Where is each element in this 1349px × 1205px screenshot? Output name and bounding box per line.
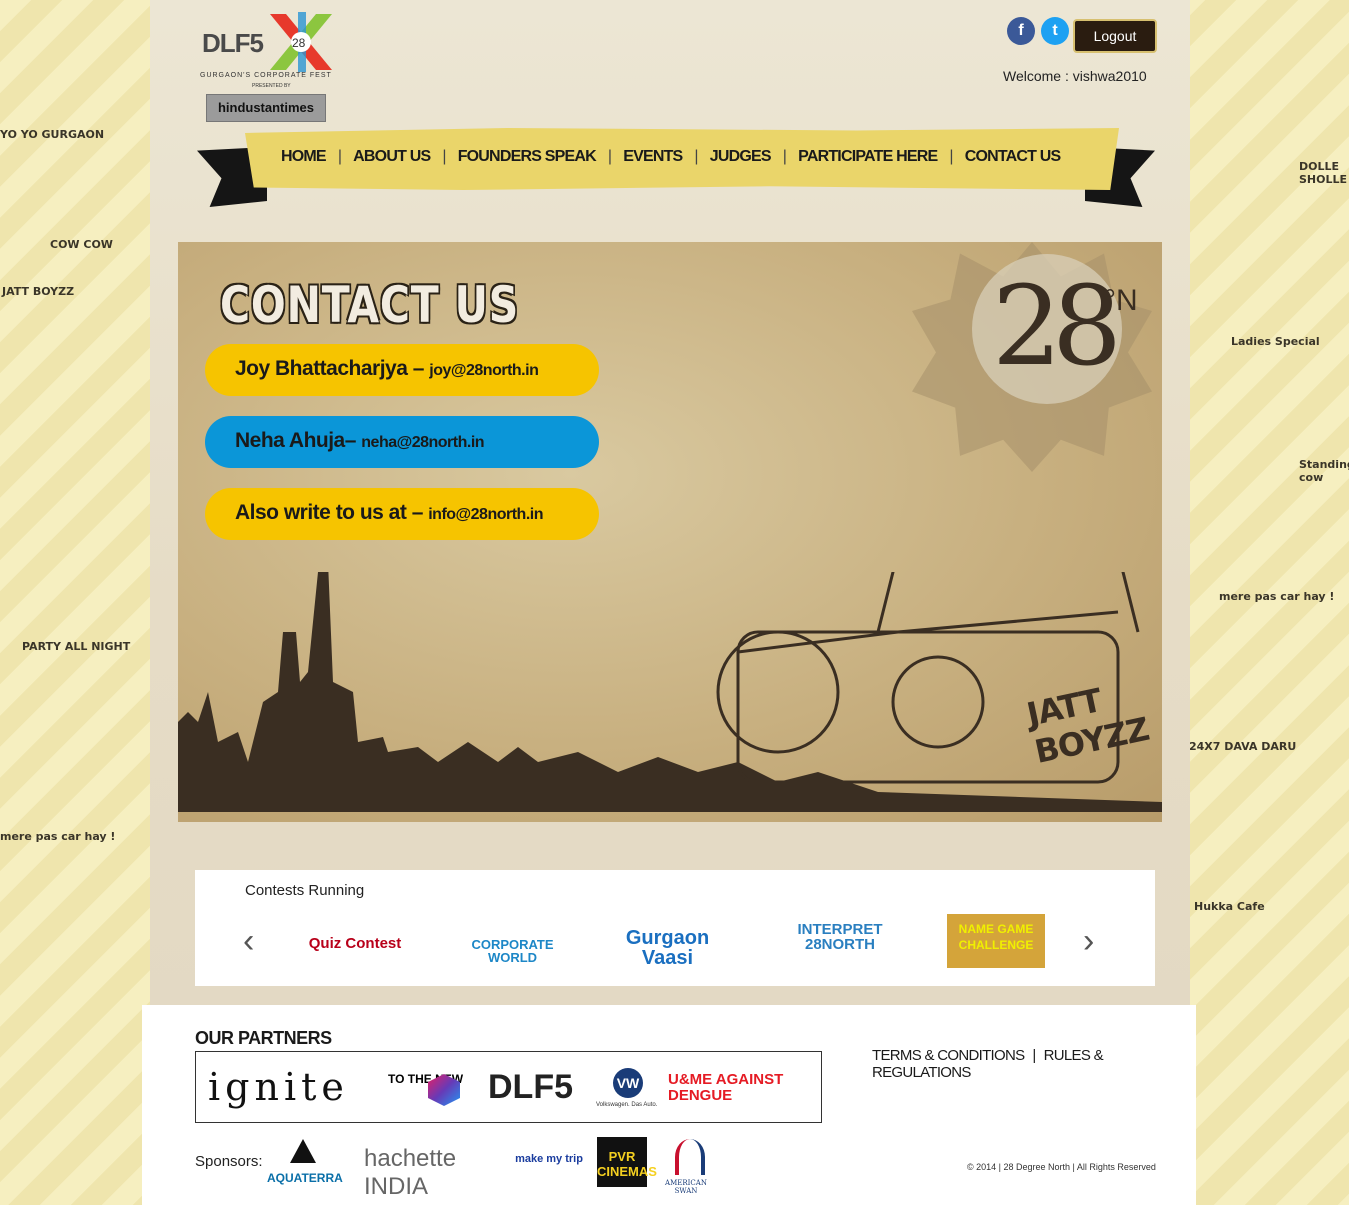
nav-home[interactable]: HOME	[281, 148, 327, 166]
partner-volkswagen[interactable]: Volkswagen. Das Auto.	[596, 1102, 657, 1108]
doodle-text: DOLLE SHOLLE	[1299, 160, 1348, 186]
doodle-text: YO YO GURGAON	[0, 128, 105, 141]
nav-founders-speak[interactable]: FOUNDERS SPEAK	[458, 148, 597, 166]
contest-logo-quiz[interactable]: Quiz Contest	[305, 936, 405, 986]
sponsor-hachette[interactable]: hachette INDIA	[364, 1137, 499, 1200]
nav-participate-here[interactable]: PARTICIPATE HERE	[798, 148, 938, 166]
chevron-right-icon[interactable]: ›	[1083, 922, 1094, 961]
contests-label: Contests Running	[245, 882, 365, 899]
page-title: CONTACT US	[220, 276, 520, 334]
welcome-text: Welcome : vishwa2010	[1003, 68, 1147, 84]
site-logo[interactable]: DLF5 28 GURGAON'S CORPORATE FEST PRESENT…	[200, 12, 335, 122]
city-skyline-illustration	[178, 572, 1162, 812]
doodle-text: COW COW	[50, 238, 113, 251]
doodle-text: PARTY ALL NIGHT	[22, 640, 131, 653]
american-swan-icon	[675, 1139, 705, 1175]
nav-separator: |	[694, 148, 698, 165]
contest-logo-name-game[interactable]: NAME GAME CHALLENGE	[947, 914, 1045, 968]
hindustan-times-logo: hindustantimes	[206, 94, 326, 122]
partner-dengue[interactable]: U&ME AGAINST DENGUE	[668, 1052, 818, 1122]
facebook-link[interactable]: f	[1007, 17, 1035, 45]
partners-box: ignite TO THE NEW DLF5 VW Volkswagen. Da…	[195, 1051, 822, 1123]
terms-link[interactable]: TERMS & CONDITIONS	[872, 1047, 1025, 1064]
nav-contact-us[interactable]: CONTACT US	[965, 148, 1062, 166]
twitter-link[interactable]: t	[1041, 17, 1069, 45]
right-doodle-panel: DOLLE SHOLLE Ladies Special Standing cow…	[1174, 0, 1349, 1205]
partner-dlf5[interactable]: DLF5	[488, 1052, 573, 1122]
nav-separator: |	[782, 148, 787, 165]
contact-pill-neha: Neha Ahuja– neha@28north.in	[205, 416, 599, 468]
volkswagen-icon: VW	[613, 1068, 643, 1098]
nav-separator: |	[949, 148, 953, 165]
contest-logo-corporate-world[interactable]: CORPORATE WORLD	[450, 938, 575, 988]
dlf5-logo-text: DLF5	[202, 28, 264, 58]
sponsor-makemytrip[interactable]: make my trip	[514, 1137, 584, 1192]
left-doodle-panel: YO YO GURGAON COW COW JATT BOYZZ PARTY A…	[0, 0, 160, 1205]
contest-logo-interpret[interactable]: INTERPRET 28NORTH	[785, 922, 895, 972]
doodle-text: mere pas car hay !	[1219, 590, 1335, 603]
contact-name: Also write to us at – info@28north.in	[235, 501, 543, 525]
doodle-text: Ladies Special	[1231, 335, 1320, 348]
main-nav: HOME | ABOUT US | FOUNDERS SPEAK | EVENT…	[245, 128, 1119, 190]
logo-tagline: GURGAON'S CORPORATE FEST	[200, 72, 332, 79]
28-north-seal: 28 °N	[912, 242, 1152, 472]
doodle-text: Hukka Cafe	[1194, 900, 1265, 913]
partners-heading: OUR PARTNERS	[195, 1028, 332, 1048]
logo-badge: 28	[292, 36, 306, 50]
seal-suffix: °N	[1104, 284, 1138, 317]
logout-button[interactable]: Logout	[1073, 19, 1157, 53]
contact-name-text: Also write to us at –	[235, 501, 423, 524]
contact-name-text: Neha Ahuja–	[235, 429, 356, 452]
nav-judges[interactable]: JUDGES	[710, 148, 772, 166]
doodle-text: Standing cow	[1299, 458, 1349, 484]
doodle-text: JATT BOYZZ	[2, 285, 75, 298]
seal-number: 28	[992, 262, 1122, 390]
contact-email-link[interactable]: info@28north.in	[428, 506, 543, 523]
doodle-text: mere pas car hay !	[0, 830, 116, 843]
link-separator: |	[1032, 1047, 1036, 1064]
sponsor-pvr[interactable]: PVR CINEMAS	[597, 1137, 657, 1187]
page-footer: OUR PARTNERS ignite TO THE NEW DLF5 VW V…	[142, 1005, 1196, 1205]
contact-pill-info: Also write to us at – info@28north.in	[205, 488, 599, 540]
contact-name: Neha Ahuja– neha@28north.in	[235, 429, 485, 453]
contests-carousel: Contests Running ‹ › Quiz Contest CORPOR…	[195, 870, 1155, 986]
contact-email-link[interactable]: neha@28north.in	[361, 434, 484, 451]
contest-logo-gurgaon-vaasi[interactable]: Gurgaon Vaasi	[605, 928, 730, 978]
contact-hero: 28 °N CONTACT US Joy Bhattacharjya – joy…	[178, 242, 1162, 822]
copyright: © 2014 | 28 Degree North | All Rights Re…	[967, 1162, 1156, 1172]
doodle-text: 24X7 DAVA DARU	[1189, 740, 1297, 753]
contact-name: Joy Bhattacharjya – joy@28north.in	[235, 357, 539, 381]
chevron-left-icon[interactable]: ‹	[243, 922, 254, 961]
contact-pill-joy: Joy Bhattacharjya – joy@28north.in	[205, 344, 599, 396]
facebook-icon: f	[1007, 17, 1035, 45]
presented-by: PRESENTED BY	[252, 83, 291, 89]
partner-ignite[interactable]: ignite	[208, 1052, 349, 1122]
twitter-icon: t	[1041, 17, 1069, 45]
nav-about-us[interactable]: ABOUT US	[353, 148, 431, 166]
contact-name-text: Joy Bhattacharjya –	[235, 357, 424, 380]
nav-separator: |	[607, 148, 612, 165]
nav-separator: |	[442, 148, 446, 165]
nav-events[interactable]: EVENTS	[623, 148, 683, 166]
footer-links: TERMS & CONDITIONS | RULES & REGULATIONS	[872, 1047, 1196, 1081]
nav-separator: |	[337, 148, 342, 165]
contact-email-link[interactable]: joy@28north.in	[429, 362, 539, 379]
sponsors-label: Sponsors:	[195, 1153, 263, 1170]
